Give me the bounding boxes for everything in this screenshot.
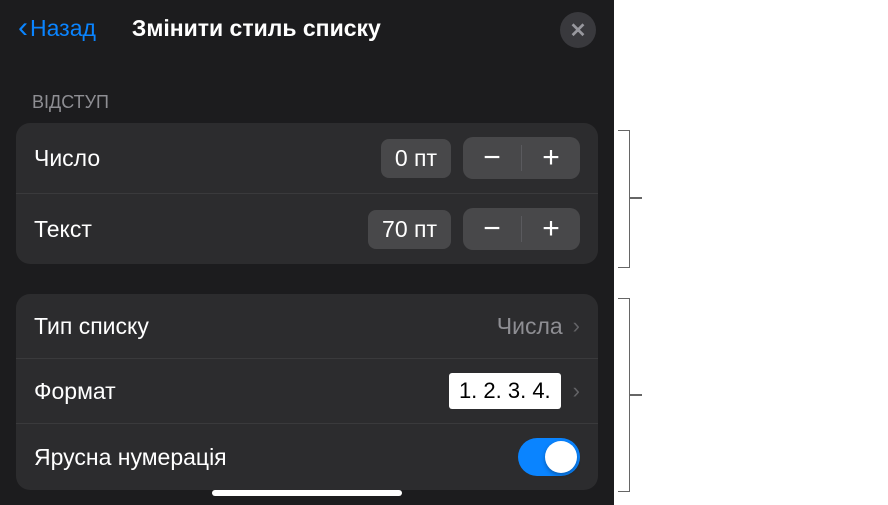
callout-bracket-icon <box>618 298 630 492</box>
list-type-value: Числа <box>497 313 563 340</box>
list-format-value: 1. 2. 3. 4. <box>449 373 561 409</box>
chevron-right-icon: › <box>573 378 580 404</box>
indent-group: Число 0 пт − + Текст 70 пт − + <box>16 123 598 264</box>
chevron-right-icon: › <box>573 313 580 339</box>
indent-text-value[interactable]: 70 пт <box>368 210 451 249</box>
page-title: Змінити стиль списку <box>132 15 381 42</box>
callout-bracket-icon <box>618 130 630 268</box>
indent-number-increment[interactable]: + <box>522 137 580 179</box>
indent-number-stepper: − + <box>463 137 580 179</box>
annotation-area <box>614 0 888 505</box>
home-indicator <box>212 490 402 496</box>
indent-text-decrement[interactable]: − <box>463 208 521 250</box>
back-label: Назад <box>30 15 96 42</box>
indent-text-label: Текст <box>34 216 368 243</box>
toggle-knob <box>545 441 577 473</box>
tiered-numbering-toggle[interactable] <box>518 438 580 476</box>
tiered-numbering-label: Ярусна нумерація <box>34 444 518 471</box>
back-button[interactable]: ‹ Назад <box>18 11 96 45</box>
list-format-label: Формат <box>34 378 449 405</box>
indent-number-value[interactable]: 0 пт <box>381 139 451 178</box>
list-type-label: Тип списку <box>34 313 497 340</box>
indent-number-label: Число <box>34 145 381 172</box>
indent-number-row: Число 0 пт − + <box>16 123 598 193</box>
indent-text-row: Текст 70 пт − + <box>16 193 598 264</box>
close-button[interactable]: ✕ <box>560 12 596 48</box>
callout-line-icon <box>630 394 642 396</box>
chevron-left-icon: ‹ <box>18 11 28 45</box>
callout-line-icon <box>630 197 642 199</box>
list-type-row[interactable]: Тип списку Числа › <box>16 294 598 358</box>
header: ‹ Назад Змінити стиль списку ✕ <box>0 0 614 56</box>
tiered-numbering-row: Ярусна нумерація <box>16 423 598 490</box>
list-format-row[interactable]: Формат 1. 2. 3. 4. › <box>16 358 598 423</box>
indent-section-header: ВІДСТУП <box>0 56 614 123</box>
indent-number-decrement[interactable]: − <box>463 137 521 179</box>
close-icon: ✕ <box>570 18 587 43</box>
indent-text-increment[interactable]: + <box>522 208 580 250</box>
list-group: Тип списку Числа › Формат 1. 2. 3. 4. › … <box>16 294 598 490</box>
indent-text-stepper: − + <box>463 208 580 250</box>
edit-list-style-panel: ‹ Назад Змінити стиль списку ✕ ВІДСТУП Ч… <box>0 0 614 505</box>
